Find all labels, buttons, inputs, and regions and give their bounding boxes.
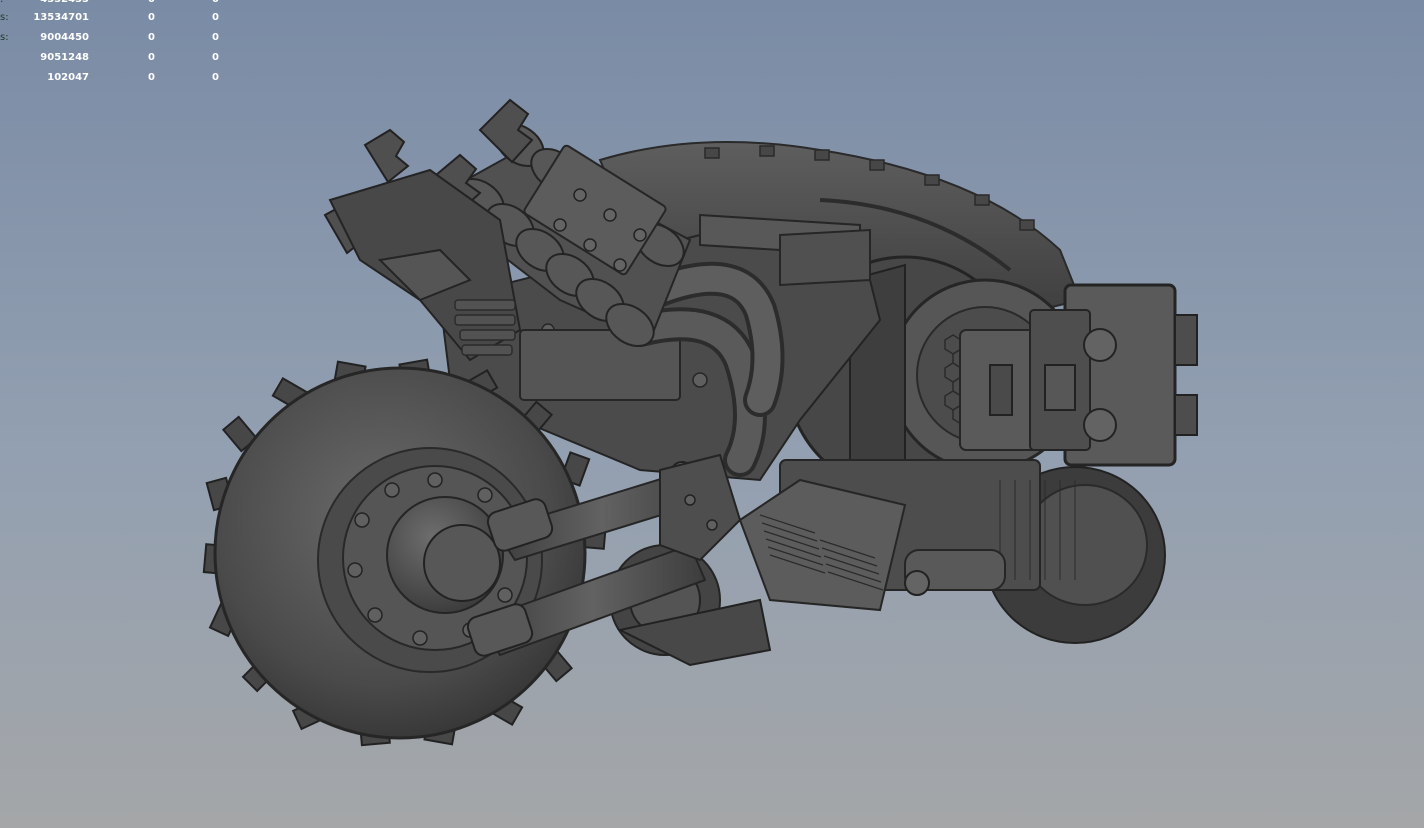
hud-row: s: 13534701 0 0 bbox=[0, 11, 240, 25]
hud-value-selected-alt: 0 bbox=[212, 52, 219, 63]
hud-value-selected-alt: 0 bbox=[212, 72, 219, 83]
hud-row: : 4332435 0 0 bbox=[0, 0, 240, 7]
3d-viewport[interactable]: : 4332435 0 0 s: 13534701 0 0 s: 9004450… bbox=[0, 0, 1424, 828]
hud-value-total: 9004450 bbox=[40, 32, 89, 43]
hud-value-selected: 0 bbox=[148, 0, 155, 7]
front-wheel bbox=[202, 358, 608, 747]
hud-value-selected: 0 bbox=[148, 72, 155, 83]
hud-value-total: 13534701 bbox=[33, 12, 89, 23]
hud-value-selected-alt: 0 bbox=[212, 12, 219, 23]
hud-value-total: 4332435 bbox=[40, 0, 89, 7]
hud-value-selected: 0 bbox=[148, 12, 155, 23]
hud-value-selected-alt: 0 bbox=[212, 32, 219, 43]
hud-row: 102047 0 0 bbox=[0, 71, 240, 85]
hud-value-selected-alt: 0 bbox=[212, 0, 219, 7]
hud-value-total: 9051248 bbox=[40, 52, 89, 63]
motorbike-model[interactable] bbox=[0, 0, 1424, 828]
hud-row-label: s: bbox=[0, 32, 9, 43]
hud-row: 9051248 0 0 bbox=[0, 51, 240, 65]
tail-unit bbox=[1029, 283, 1198, 467]
hud-row-label: : bbox=[0, 0, 3, 7]
hud-value-selected: 0 bbox=[148, 32, 155, 43]
hud-row-label: s: bbox=[0, 12, 9, 23]
hud-value-selected: 0 bbox=[148, 52, 155, 63]
hud-value-total: 102047 bbox=[47, 72, 89, 83]
hud-row: s: 9004450 0 0 bbox=[0, 31, 240, 45]
